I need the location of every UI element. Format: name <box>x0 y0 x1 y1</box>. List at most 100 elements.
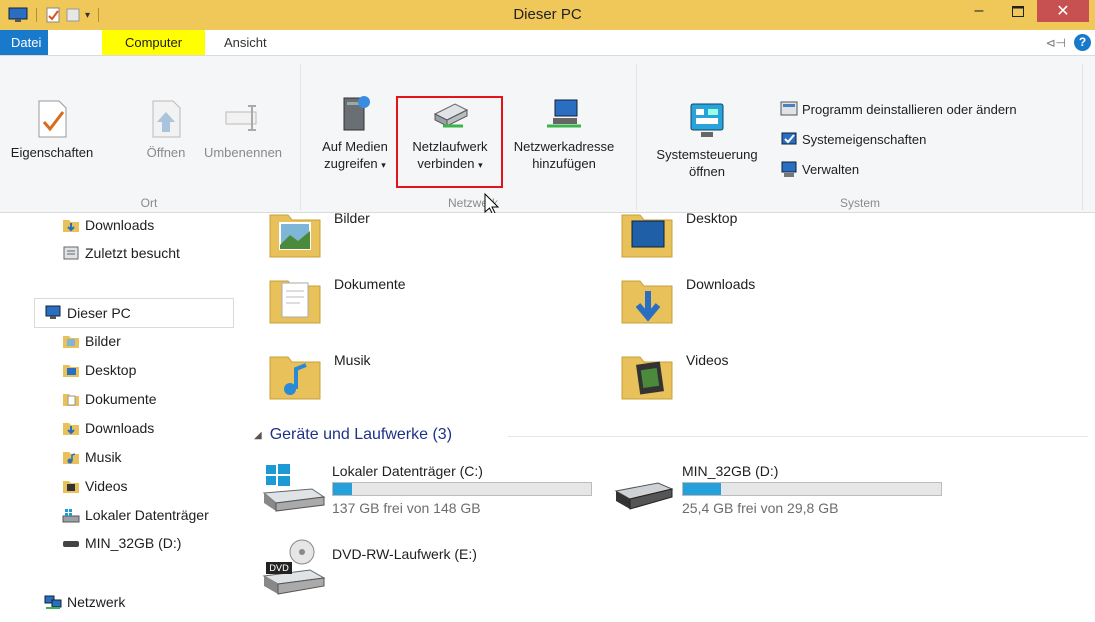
videos-icon <box>63 481 79 493</box>
nav-label: Videos <box>85 478 128 494</box>
properties-button[interactable]: Eigenschaften <box>4 98 100 161</box>
nav-label: MIN_32GB (D:) <box>85 535 182 551</box>
drive-usage-bar <box>682 482 942 496</box>
tab-computer[interactable]: Computer <box>102 30 205 55</box>
drive-free-space: 25,4 GB frei von 29,8 GB <box>682 500 839 516</box>
folder-label: Bilder <box>334 210 370 226</box>
tab-datei[interactable]: Datei <box>0 30 48 55</box>
check-document-icon <box>38 100 67 138</box>
desktop-icon <box>63 365 79 377</box>
uninstall-program-link[interactable]: Programm deinstallieren oder ändern <box>780 100 1017 118</box>
nav-item-pictures[interactable]: Bilder <box>62 331 121 351</box>
nav-label: Bilder <box>85 333 121 349</box>
ribbon-tabs: Datei Computer Ansicht ⊲⊣ ? <box>0 30 1095 55</box>
drive-usage-bar <box>332 482 592 496</box>
system-properties-icon <box>781 132 797 145</box>
tab-ansicht[interactable]: Ansicht <box>212 30 279 55</box>
drive-d[interactable]: MIN_32GB (D:) 25,4 GB frei von 29,8 GB <box>612 463 942 516</box>
nav-item-usb-drive[interactable]: MIN_32GB (D:) <box>62 533 181 553</box>
folder-videos[interactable]: Videos <box>618 347 729 405</box>
downloads-icon <box>63 220 79 232</box>
rename-icon <box>225 105 257 131</box>
music-folder-icon <box>269 356 321 400</box>
devices-section-header[interactable]: ◢ Geräte und Laufwerke (3) <box>254 426 452 444</box>
documents-folder-icon <box>269 280 321 324</box>
drive-usage-fill <box>683 483 721 495</box>
manage-icon <box>781 161 797 177</box>
nav-item-recent[interactable]: Zuletzt besucht <box>62 243 180 263</box>
network-location-icon <box>547 99 581 128</box>
documents-icon <box>63 394 79 406</box>
nav-label: Musik <box>85 449 122 465</box>
navigation-pane: Downloads Zuletzt besucht Dieser PC Bild… <box>0 213 238 622</box>
system-properties-label: Systemeigenschaften <box>802 131 927 147</box>
desktop-folder-icon <box>621 214 673 258</box>
nav-label: Desktop <box>85 362 137 378</box>
access-media-line2: zugreifen <box>324 156 378 171</box>
open-button[interactable]: Öffnen <box>135 98 197 161</box>
group-separator <box>1082 64 1083 210</box>
folder-label: Musik <box>334 352 371 368</box>
folder-label: Desktop <box>686 210 738 226</box>
system-properties-link[interactable]: Systemeigenschaften <box>780 130 926 148</box>
folder-pictures[interactable]: Bilder <box>266 205 370 263</box>
nav-item-videos[interactable]: Videos <box>62 476 128 496</box>
nav-label: Dokumente <box>85 391 157 407</box>
open-control-panel-button[interactable]: Systemsteuerung öffnen <box>643 100 771 180</box>
manage-link[interactable]: Verwalten <box>780 160 859 178</box>
nav-label: Dieser PC <box>67 305 131 321</box>
group-separator <box>300 64 301 210</box>
drive-name: Lokaler Datenträger (C:) <box>332 463 483 479</box>
pictures-folder-icon <box>269 214 321 258</box>
music-icon <box>63 452 79 464</box>
videos-folder-icon <box>621 356 673 400</box>
properties-label: Eigenschaften <box>10 145 94 160</box>
help-icon[interactable]: ? <box>1074 34 1091 51</box>
downloads-folder-icon <box>621 280 673 324</box>
drive-free-space: 137 GB frei von 148 GB <box>332 500 481 516</box>
nav-item-this-pc[interactable]: Dieser PC <box>44 303 131 323</box>
folder-downloads[interactable]: Downloads <box>618 271 755 329</box>
pictures-icon <box>63 336 79 348</box>
collapse-ribbon-icon[interactable]: ⊲⊣ <box>1045 36 1066 50</box>
control-panel-line1: Systemsteuerung <box>656 147 758 162</box>
drive-c[interactable]: Lokaler Datenträger (C:) 137 GB frei von… <box>262 463 592 516</box>
minimize-button[interactable]: – <box>966 0 992 22</box>
window-title: Dieser PC <box>513 6 582 23</box>
folder-music[interactable]: Musik <box>266 347 371 405</box>
rename-label: Umbenennen <box>203 145 283 160</box>
highlight-box <box>396 96 503 188</box>
network-icon <box>44 595 62 609</box>
drive-e[interactable]: DVD DVD-RW-Laufwerk (E:) <box>262 538 477 596</box>
control-panel-icon <box>690 103 724 137</box>
nav-item-network[interactable]: Netzwerk <box>44 592 125 612</box>
title-bar: ▾ Dieser PC – ✕ <box>0 0 1095 30</box>
uninstall-label: Programm deinstallieren oder ändern <box>802 101 1017 117</box>
rename-button[interactable]: Umbenennen <box>195 98 291 161</box>
nav-item-documents[interactable]: Dokumente <box>62 389 157 409</box>
control-panel-line2: öffnen <box>689 164 725 179</box>
nav-item-music[interactable]: Musik <box>62 447 122 467</box>
nav-item-local-disk[interactable]: Lokaler Datenträger <box>62 505 209 525</box>
nav-label: Lokaler Datenträger <box>85 507 209 523</box>
section-divider <box>508 436 1088 437</box>
recent-icon <box>63 246 79 260</box>
add-network-location-button[interactable]: Netzwerkadresse hinzufügen <box>501 92 627 172</box>
content-pane: Bilder Desktop Dokumente Downloads Musik… <box>238 210 1095 622</box>
drive-usage-fill <box>333 483 352 495</box>
access-media-button[interactable]: Auf Medien zugreifen ▾ <box>310 92 400 174</box>
nav-item-downloads[interactable]: Downloads <box>62 418 154 438</box>
nav-item-downloads[interactable]: Downloads <box>62 215 154 235</box>
folder-label: Downloads <box>686 276 756 292</box>
folder-desktop[interactable]: Desktop <box>618 205 737 263</box>
devices-header-label: Geräte und Laufwerke (3) <box>269 426 453 443</box>
drive-name: MIN_32GB (D:) <box>682 463 779 479</box>
folder-documents[interactable]: Dokumente <box>266 271 406 329</box>
manage-label: Verwalten <box>802 161 860 177</box>
close-button[interactable]: ✕ <box>1037 0 1089 22</box>
local-disk-icon <box>62 509 80 523</box>
open-icon <box>152 100 181 138</box>
nav-item-desktop[interactable]: Desktop <box>62 360 136 380</box>
maximize-button[interactable] <box>1004 0 1032 22</box>
dvd-drive-icon: DVD <box>262 539 326 595</box>
